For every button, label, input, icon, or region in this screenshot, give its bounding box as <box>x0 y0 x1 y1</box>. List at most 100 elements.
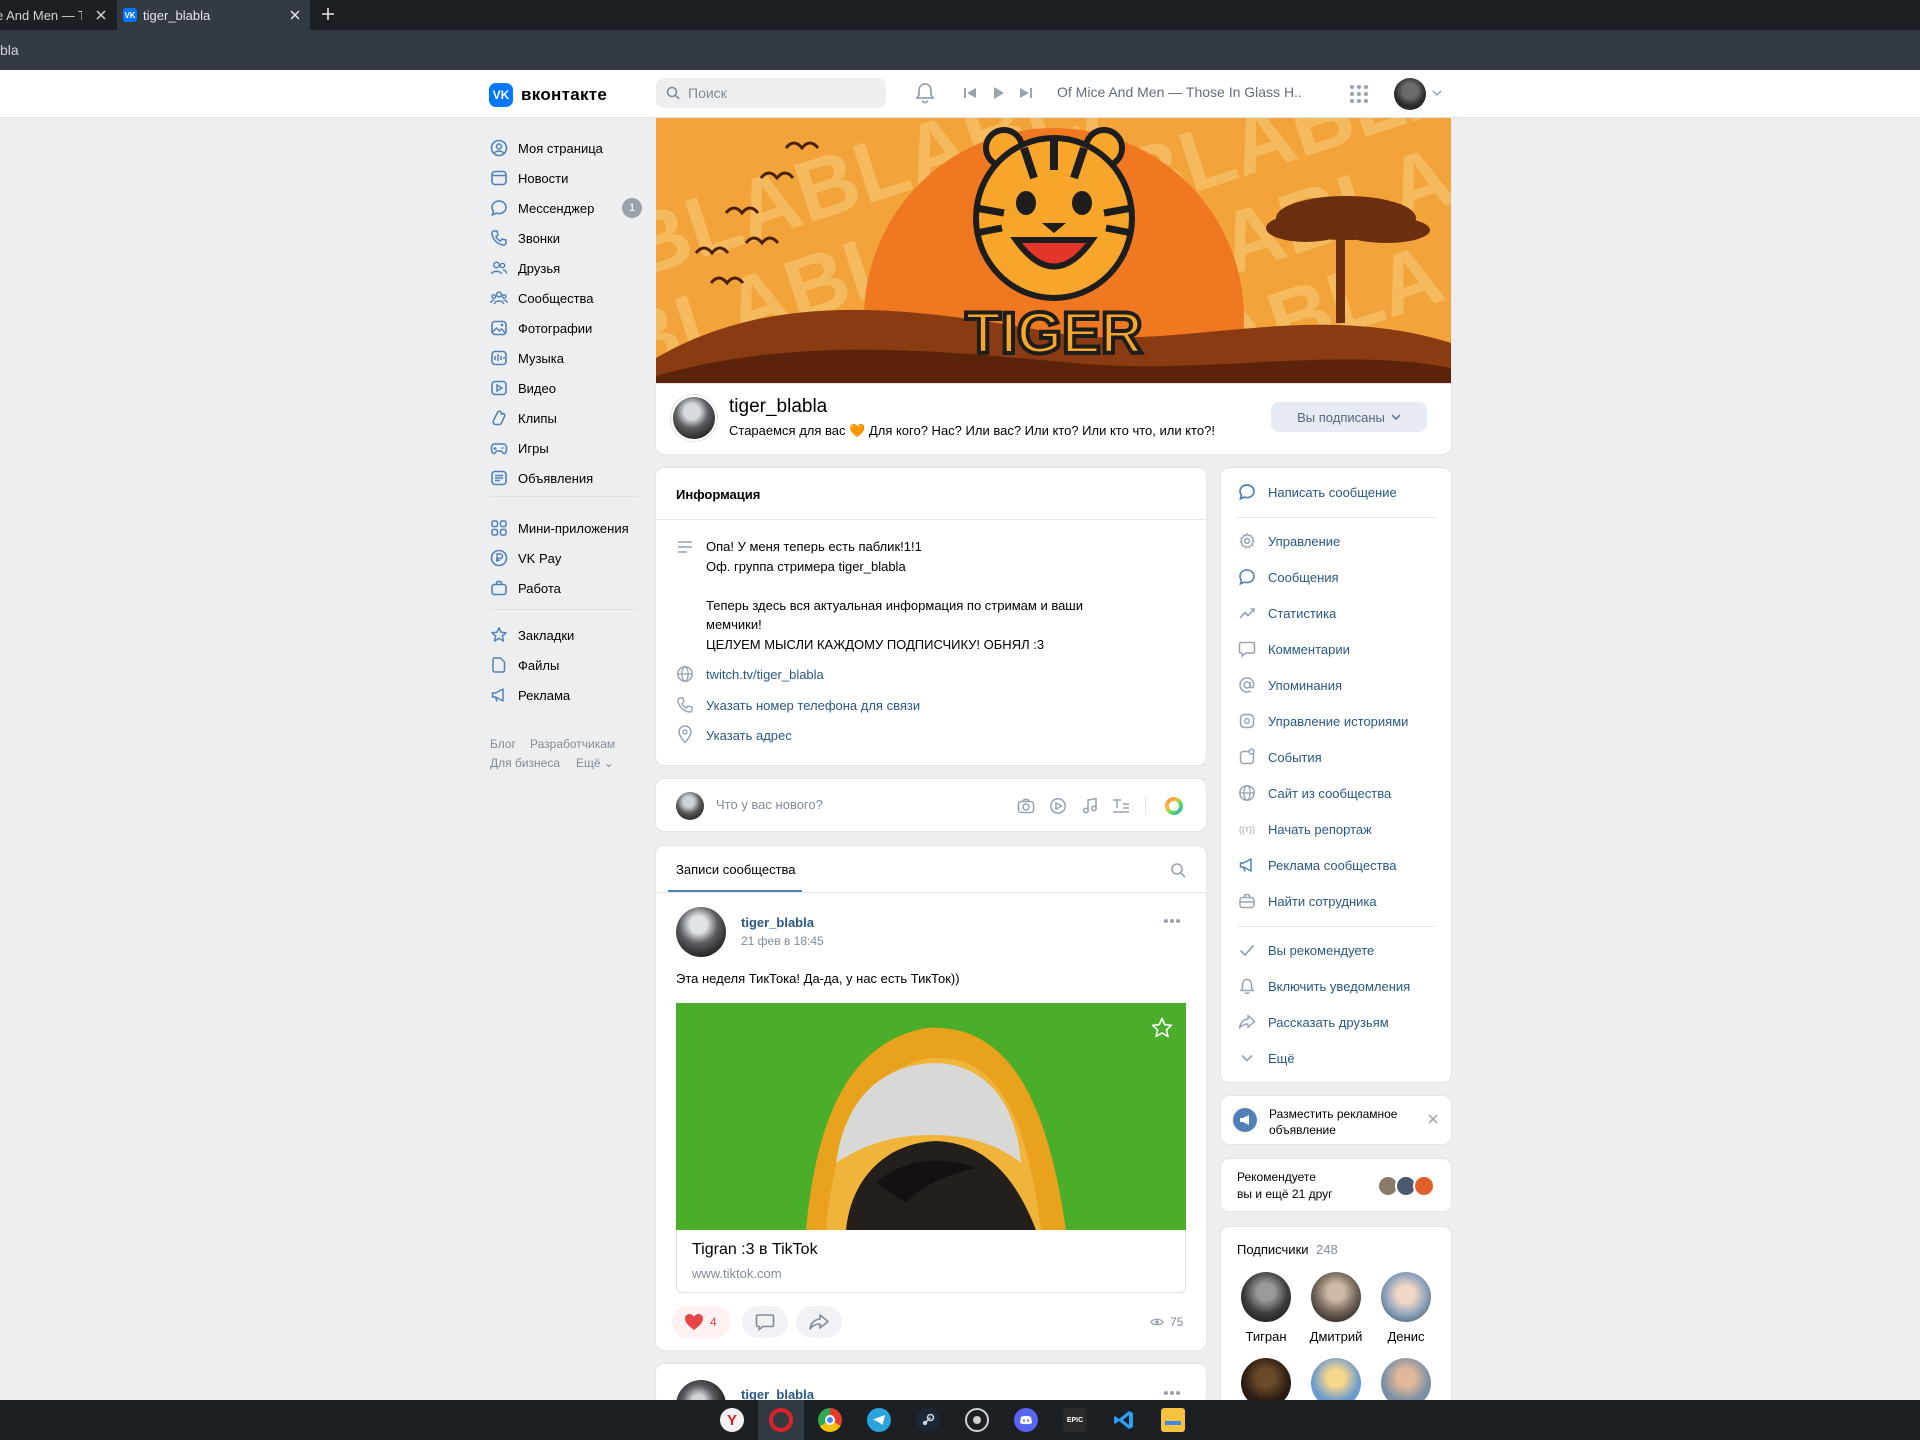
play-icon[interactable] <box>990 85 1006 101</box>
tab-community-posts[interactable]: Записи сообщества <box>676 862 796 877</box>
subscriber-name[interactable]: Тигран <box>1231 1329 1301 1344</box>
cover-illustration: LABLABLABLABLABLA LABLABLABLABLABLA LABL… <box>656 118 1451 384</box>
add-address-link[interactable]: Указать адрес <box>706 728 792 743</box>
sidebar-item[interactable]: Видео <box>490 374 640 402</box>
sidebar-item[interactable]: Друзья <box>490 254 640 282</box>
chrome-icon[interactable] <box>818 1408 842 1432</box>
link-title[interactable]: Tigran :3 в TikTok <box>692 1241 818 1259</box>
sidebar-item[interactable]: Фотографии <box>490 314 640 342</box>
post-date[interactable]: 21 фев в 18:45 <box>741 934 824 948</box>
user-avatar[interactable] <box>1394 78 1426 110</box>
post-author-link[interactable]: tiger_blabla <box>741 915 814 930</box>
community-action-item[interactable]: События <box>1238 745 1322 769</box>
community-action-item[interactable]: Управление <box>1238 529 1340 553</box>
search-icon[interactable] <box>1170 862 1186 878</box>
subscriber-avatar[interactable] <box>1241 1272 1291 1322</box>
ad-prompt-text[interactable]: Разместить рекламное объявление <box>1269 1106 1419 1138</box>
address-bar[interactable]: bla <box>0 30 1920 70</box>
share-button[interactable] <box>796 1306 842 1338</box>
community-action-item[interactable]: Сообщения <box>1238 565 1339 589</box>
music-icon[interactable] <box>1081 797 1099 815</box>
community-action-item[interactable]: Включить уведомления <box>1238 974 1410 998</box>
sidebar-item[interactable]: Клипы <box>490 404 640 432</box>
chevron-down-icon[interactable] <box>1432 89 1442 97</box>
star-icon[interactable] <box>1150 1016 1174 1040</box>
footer-business-link[interactable]: Для бизнеса <box>490 756 560 770</box>
next-track-icon[interactable] <box>1018 85 1034 101</box>
epic-games-icon[interactable]: EPIC <box>1063 1408 1087 1432</box>
community-action-item[interactable]: ((т)) Начать репортаж <box>1238 817 1372 841</box>
steam-icon[interactable] <box>916 1408 940 1432</box>
opera-icon[interactable] <box>769 1408 793 1432</box>
sidebar-item[interactable]: Работа <box>490 574 640 602</box>
sidebar-item[interactable]: Звонки <box>490 224 640 252</box>
subscriber-name[interactable]: Денис <box>1371 1329 1441 1344</box>
community-action-item[interactable]: Найти сотрудника <box>1238 889 1377 913</box>
sidebar-item[interactable]: Игры <box>490 434 640 462</box>
yandex-browser-icon[interactable]: Y <box>720 1408 744 1432</box>
community-action-item[interactable]: Ещё <box>1238 1046 1295 1070</box>
sidebar-item[interactable]: Файлы <box>490 651 640 679</box>
new-tab-icon[interactable] <box>318 4 338 24</box>
add-phone-link[interactable]: Указать номер телефона для связи <box>706 698 920 713</box>
post-author-avatar[interactable] <box>676 907 726 957</box>
close-icon[interactable] <box>94 8 108 22</box>
article-icon[interactable] <box>1112 798 1130 814</box>
community-avatar[interactable] <box>671 395 717 441</box>
community-action-item[interactable]: Вы рекомендуете <box>1238 938 1374 962</box>
sidebar-item[interactable]: Объявления <box>490 464 640 492</box>
sidebar-item[interactable]: VK Pay <box>490 544 640 572</box>
subscribers-title[interactable]: Подписчики <box>1237 1242 1309 1257</box>
post-composer-input[interactable]: Что у вас нового? <box>716 797 823 812</box>
sidebar-item[interactable]: Реклама <box>490 681 640 709</box>
community-action-item[interactable]: Упоминания <box>1238 673 1342 697</box>
like-button[interactable]: 4 <box>672 1306 730 1338</box>
sidebar-item[interactable]: Моя страница <box>490 134 640 162</box>
post-settings-icon[interactable] <box>1164 796 1184 816</box>
community-action-item[interactable]: Реклама сообщества <box>1238 853 1397 877</box>
now-playing-track[interactable]: Of Mice And Men — Those In Glass H... <box>1057 84 1302 100</box>
browser-tab[interactable]: e And Men — Th <box>0 0 116 30</box>
subscriber-avatar[interactable] <box>1381 1272 1431 1322</box>
bell-icon[interactable] <box>914 81 936 105</box>
post-media-image[interactable] <box>676 1003 1186 1230</box>
comment-button[interactable] <box>742 1306 788 1338</box>
sidebar-item[interactable]: Мини-приложения <box>490 514 640 542</box>
close-icon[interactable] <box>288 8 302 22</box>
community-action-item[interactable]: Рассказать друзьям <box>1238 1010 1389 1034</box>
video-icon[interactable] <box>1049 797 1067 815</box>
sidebar-item[interactable]: Закладки <box>490 621 640 649</box>
obs-icon[interactable] <box>965 1408 989 1432</box>
link-preview[interactable] <box>676 1230 1186 1293</box>
subscriber-name[interactable]: Дмитрий <box>1301 1329 1371 1344</box>
community-action-item[interactable]: Управление историями <box>1238 709 1408 733</box>
community-action-item[interactable]: Написать сообщение <box>1238 480 1397 504</box>
sidebar-item[interactable]: Музыка <box>490 344 640 372</box>
browser-tab-active[interactable]: VK tiger_blabla <box>117 0 310 30</box>
sidebar-item[interactable]: Сообщества <box>490 284 640 312</box>
subscriber-avatar[interactable] <box>1311 1272 1361 1322</box>
community-action-item[interactable]: Статистика <box>1238 601 1336 625</box>
search-input[interactable]: Поиск <box>656 78 886 108</box>
community-action-item[interactable]: Сайт из сообщества <box>1238 781 1391 805</box>
camera-icon[interactable] <box>1017 798 1035 814</box>
vk-logo[interactable]: VK вконтакте <box>489 83 607 107</box>
more-icon[interactable] <box>1163 1390 1181 1396</box>
sidebar-item-label: Закладки <box>518 627 575 643</box>
previous-track-icon[interactable] <box>962 85 978 101</box>
footer-more-link[interactable]: Ещё ⌄ <box>576 756 614 770</box>
website-link[interactable]: twitch.tv/tiger_blabla <box>706 667 824 682</box>
close-icon[interactable] <box>1427 1113 1439 1125</box>
footer-blog-link[interactable]: Блог <box>490 737 516 751</box>
community-action-item[interactable]: Комментарии <box>1238 637 1350 661</box>
sidebar-item[interactable]: Новости <box>490 164 640 192</box>
telegram-icon[interactable] <box>867 1408 891 1432</box>
vscode-icon[interactable] <box>1112 1408 1136 1432</box>
more-icon[interactable] <box>1163 918 1181 924</box>
discord-icon[interactable] <box>1014 1408 1038 1432</box>
file-explorer-icon[interactable] <box>1161 1408 1185 1432</box>
apps-grid-icon[interactable] <box>1349 84 1369 104</box>
subscribed-button[interactable]: Вы подписаны <box>1271 402 1427 432</box>
sidebar-item[interactable]: Мессенджер <box>490 194 640 222</box>
footer-developers-link[interactable]: Разработчикам <box>530 737 615 751</box>
